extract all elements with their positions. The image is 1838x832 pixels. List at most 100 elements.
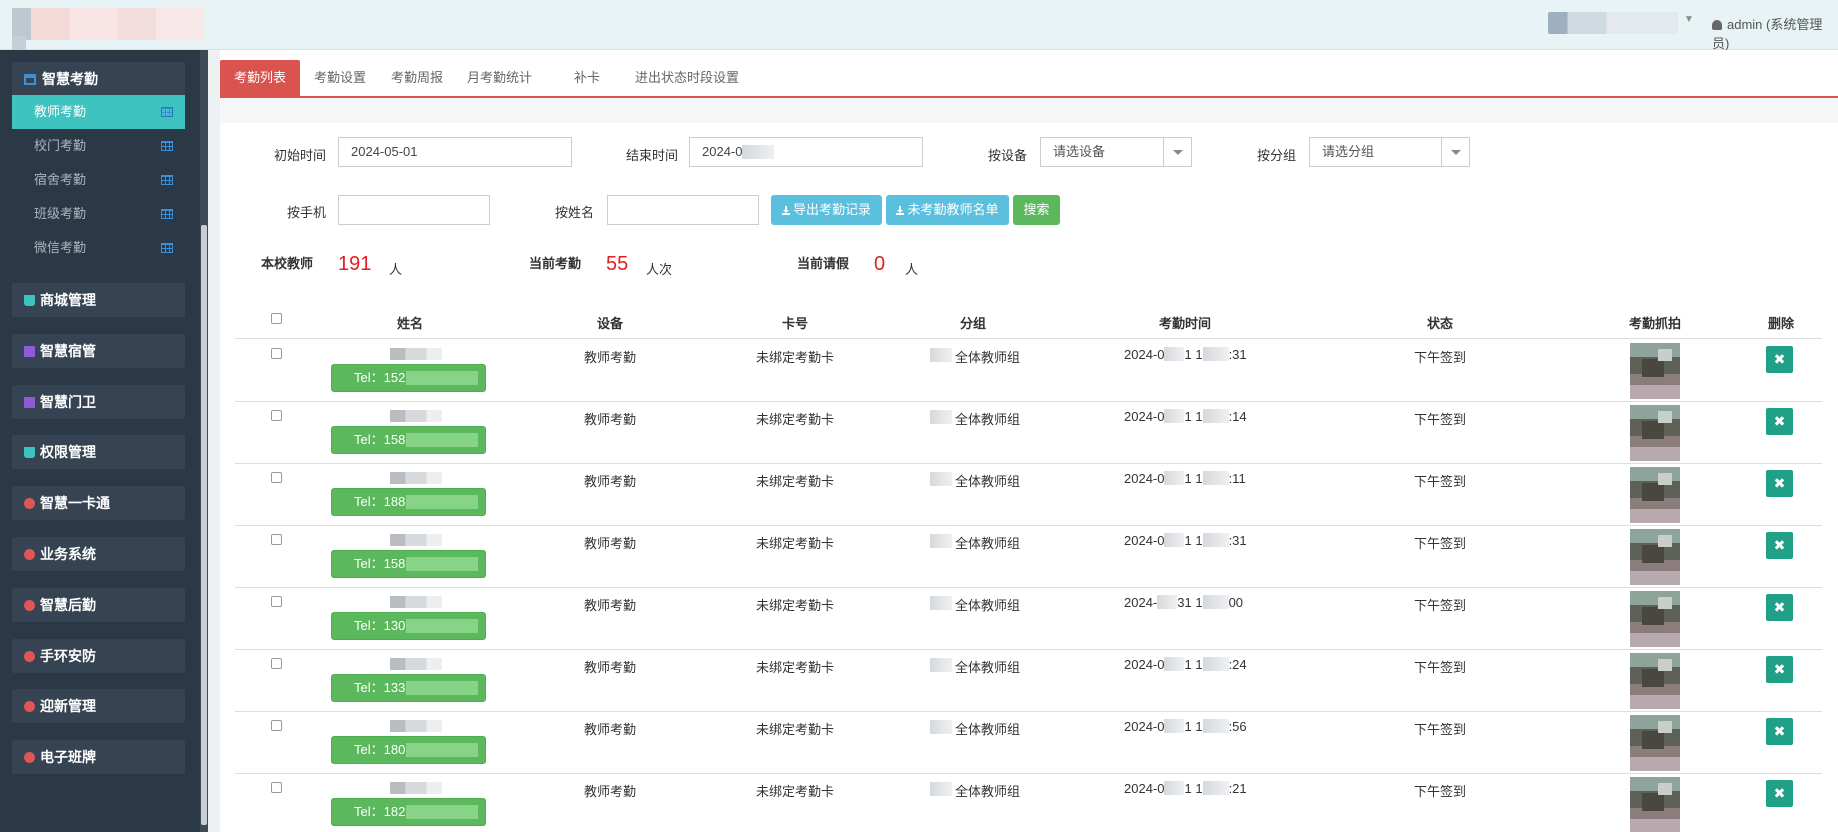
sidebar-menu-label: 权限管理 xyxy=(40,444,96,461)
capture-photo[interactable] xyxy=(1630,467,1680,523)
sidebar-menu-3[interactable]: 权限管理 xyxy=(12,435,185,470)
row-checkbox[interactable] xyxy=(271,658,282,669)
sidebar-scrollbar[interactable] xyxy=(200,50,208,832)
tab-3[interactable]: 月考勤统计 xyxy=(453,60,546,96)
redacted xyxy=(1202,533,1229,547)
device-select[interactable]: 请选设备 xyxy=(1040,137,1192,167)
list-icon xyxy=(24,396,35,408)
device-cell: 教师考勤 xyxy=(583,412,636,427)
sidebar-item-attendance-4[interactable]: 微信考勤 xyxy=(12,231,185,265)
row-checkbox[interactable] xyxy=(271,410,282,421)
row-checkbox[interactable] xyxy=(271,472,282,483)
row-checkbox[interactable] xyxy=(271,720,282,731)
tab-2[interactable]: 考勤周报 xyxy=(377,60,457,96)
teachers-unit: 人 xyxy=(389,262,403,277)
select-all-checkbox[interactable] xyxy=(271,313,282,324)
group-cell: 全体教师组 xyxy=(955,660,1021,675)
redacted xyxy=(1202,409,1229,423)
phone-label: 按手机 xyxy=(287,205,327,220)
sidebar-item-attendance-0[interactable]: 教师考勤 xyxy=(12,95,185,129)
divider xyxy=(220,98,1838,123)
tab-0[interactable]: 考勤列表 xyxy=(220,60,301,96)
capture-photo[interactable] xyxy=(1630,405,1680,461)
row-divider xyxy=(235,525,1822,526)
sidebar-menu-label: 电子班牌 xyxy=(40,749,96,766)
group-cell: 全体教师组 xyxy=(955,722,1021,737)
tab-4[interactable]: 补卡 xyxy=(560,60,614,96)
capture-photo[interactable] xyxy=(1630,529,1680,585)
redacted xyxy=(930,534,952,548)
col-status: 状态 xyxy=(1426,316,1453,331)
time-part: :31 xyxy=(1228,533,1247,548)
user-menu[interactable]: admin (系统管理员) xyxy=(1712,14,1838,52)
redacted xyxy=(1202,595,1229,609)
sidebar-group-attendance[interactable]: 智慧考勤 xyxy=(12,62,185,96)
status-cell: 下午签到 xyxy=(1413,350,1466,365)
name-input[interactable] xyxy=(607,195,759,225)
delete-button[interactable]: ✖ xyxy=(1766,780,1793,807)
redacted xyxy=(930,348,952,362)
redacted xyxy=(1164,533,1185,547)
gear-icon xyxy=(24,650,35,662)
sidebar-menu-5[interactable]: 业务系统 xyxy=(12,537,185,571)
sidebar-menu-label: 商城管理 xyxy=(40,292,96,308)
redacted xyxy=(1164,719,1185,733)
scroll-thumb[interactable] xyxy=(201,225,207,825)
redacted xyxy=(742,145,774,159)
delete-button[interactable]: ✖ xyxy=(1766,656,1793,683)
delete-button[interactable]: ✖ xyxy=(1766,346,1793,373)
delete-button[interactable]: ✖ xyxy=(1766,718,1793,745)
export-button[interactable]: 导出考勤记录 xyxy=(771,195,882,225)
sidebar-menu-label: 智慧门卫 xyxy=(40,393,96,410)
sidebar-menu-4[interactable]: 智慧一卡通 xyxy=(12,486,185,521)
attend-label: 当前考勤 xyxy=(529,256,582,271)
status-cell: 下午签到 xyxy=(1413,474,1466,489)
sidebar-menu-label: 手环安防 xyxy=(40,647,96,664)
device-cell: 教师考勤 xyxy=(583,536,636,551)
redacted xyxy=(1164,409,1185,423)
search-button[interactable]: 搜索 xyxy=(1013,195,1060,225)
delete-button[interactable]: ✖ xyxy=(1766,470,1793,497)
sidebar-menu-0[interactable]: 商城管理 xyxy=(12,283,185,317)
delete-button[interactable]: ✖ xyxy=(1766,408,1793,435)
sidebar-item-attendance-1[interactable]: 校门考勤 xyxy=(12,129,185,163)
group-select[interactable]: 请选分组 xyxy=(1309,137,1470,167)
sidebar-item-attendance-3[interactable]: 班级考勤 xyxy=(12,197,185,231)
sidebar-menu-8[interactable]: 迎新管理 xyxy=(12,689,185,724)
sidebar-item-attendance-2[interactable]: 宿舍考勤 xyxy=(12,163,185,197)
absent-list-button[interactable]: 未考勤教师名单 xyxy=(886,195,1009,225)
tab-1[interactable]: 考勤设置 xyxy=(300,60,380,96)
end-time-input[interactable]: 2024-0 xyxy=(689,137,923,167)
chevron-down-icon[interactable]: ▼ xyxy=(1684,14,1694,25)
sidebar-menu-9[interactable]: 电子班牌 xyxy=(12,740,185,775)
table-icon xyxy=(161,243,173,253)
redacted xyxy=(930,472,952,486)
delete-button[interactable]: ✖ xyxy=(1766,594,1793,621)
sidebar-menu-6[interactable]: 智慧后勤 xyxy=(12,587,185,622)
time-cell: 2024-0 1 1:14 xyxy=(1124,409,1264,424)
group-cell: 全体教师组 xyxy=(955,598,1021,613)
redacted xyxy=(406,681,478,695)
capture-photo[interactable] xyxy=(1630,343,1680,399)
redacted xyxy=(1164,657,1185,671)
row-checkbox[interactable] xyxy=(271,596,282,607)
sidebar-menu-1[interactable]: 智慧宿管 xyxy=(12,333,185,368)
table-icon xyxy=(161,175,173,185)
sidebar-menu-7[interactable]: 手环安防 xyxy=(12,638,185,673)
sidebar-menu-2[interactable]: 智慧门卫 xyxy=(12,384,185,419)
row-checkbox[interactable] xyxy=(271,348,282,359)
redacted xyxy=(406,805,478,819)
tab-5[interactable]: 进出状态时段设置 xyxy=(621,60,753,96)
start-time-input[interactable]: 2024-05-01 xyxy=(338,137,572,167)
status-cell: 下午签到 xyxy=(1413,722,1466,737)
row-checkbox[interactable] xyxy=(271,782,282,793)
cart-icon xyxy=(24,447,35,459)
capture-photo[interactable] xyxy=(1630,591,1680,647)
phone-input[interactable] xyxy=(338,195,490,225)
time-part: :56 xyxy=(1228,719,1247,734)
row-checkbox[interactable] xyxy=(271,534,282,545)
capture-photo[interactable] xyxy=(1630,715,1680,771)
capture-photo[interactable] xyxy=(1630,777,1680,832)
delete-button[interactable]: ✖ xyxy=(1766,532,1793,559)
capture-photo[interactable] xyxy=(1630,653,1680,709)
